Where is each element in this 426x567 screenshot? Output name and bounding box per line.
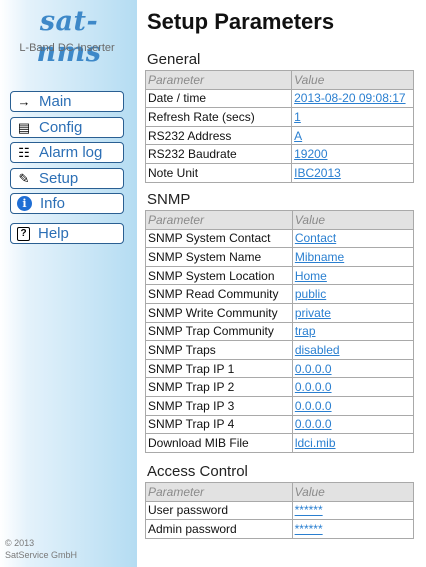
param-refresh-rate: Refresh Rate (secs) <box>144 107 293 127</box>
arrow-right-icon: → <box>17 94 31 109</box>
table-row: SNMP System Contact Contact <box>145 228 415 249</box>
table-row: Refresh Rate (secs) 1 <box>144 107 414 127</box>
value-rs232-address-link[interactable]: A <box>294 129 302 143</box>
value-snmp-system-location-link[interactable]: Home <box>295 269 327 283</box>
table-row: RS232 Baudrate 19200 <box>144 144 414 164</box>
nav-setup-label: Setup <box>39 170 79 187</box>
table-row: SNMP Trap IP 2 0.0.0.0 <box>145 377 415 397</box>
param-snmp-traps: SNMP Traps <box>145 340 293 360</box>
table-row: SNMP Traps disabled <box>145 340 415 360</box>
help-icon: ? <box>17 226 30 241</box>
value-snmp-trap-ip-3-link[interactable]: 0.0.0.0 <box>295 399 332 413</box>
nav-config-button[interactable]: ▤ Config <box>10 117 124 138</box>
param-snmp-system-contact: SNMP System Contact <box>145 228 293 249</box>
table-row: User password ****** <box>145 500 415 521</box>
param-snmp-read-community: SNMP Read Community <box>145 284 293 304</box>
section-title-snmp: SNMP <box>147 191 191 208</box>
param-snmp-trap-ip-4: SNMP Trap IP 4 <box>145 414 293 435</box>
sidebar: sat-nms L-Band DC-Inserter → Main ▤ Conf… <box>0 0 137 567</box>
table-row: SNMP Trap Community trap <box>145 321 415 342</box>
param-user-password: User password <box>145 500 293 521</box>
param-snmp-trap-community: SNMP Trap Community <box>145 321 293 342</box>
nav-config-label: Config <box>39 119 83 136</box>
nav-info-button[interactable]: i Info <box>10 193 124 214</box>
snmp-table: Parameter Value SNMP System Contact Cont… <box>145 210 415 453</box>
column-header-parameter: Parameter <box>144 70 293 90</box>
value-snmp-read-community-link[interactable]: public <box>295 287 326 301</box>
access-control-table: Parameter Value User password ****** Adm… <box>145 482 415 539</box>
table-row: SNMP Write Community private <box>145 302 415 323</box>
column-header-parameter: Parameter <box>145 210 293 230</box>
value-snmp-system-name-link[interactable]: Mibname <box>295 250 344 264</box>
table-header-row: Parameter Value <box>144 70 414 90</box>
page-title: Setup Parameters <box>147 9 335 34</box>
value-note-unit-link[interactable]: IBC2013 <box>294 166 341 180</box>
param-download-mib-file: Download MIB File <box>145 433 293 453</box>
table-row: SNMP Trap IP 4 0.0.0.0 <box>145 414 415 435</box>
table-row: SNMP Trap IP 1 0.0.0.0 <box>145 358 415 379</box>
nav-main-button[interactable]: → Main <box>10 91 124 112</box>
nav-help-label: Help <box>38 225 69 242</box>
nav-main-label: Main <box>39 93 72 110</box>
nav-help-button[interactable]: ? Help <box>10 223 124 244</box>
value-refresh-rate-link[interactable]: 1 <box>294 110 301 124</box>
value-snmp-trap-ip-2-link[interactable]: 0.0.0.0 <box>295 380 332 394</box>
table-row: Date / time 2013-08-20 09:08:17 <box>144 88 414 109</box>
param-snmp-trap-ip-1: SNMP Trap IP 1 <box>145 358 293 379</box>
download-mib-file-link[interactable]: ldci.mib <box>295 436 336 450</box>
param-snmp-trap-ip-2: SNMP Trap IP 2 <box>145 377 293 397</box>
value-user-password-link[interactable]: ****** <box>295 503 323 517</box>
param-rs232-address: RS232 Address <box>144 125 293 146</box>
value-snmp-write-community-link[interactable]: private <box>295 306 331 320</box>
param-note-unit: Note Unit <box>144 162 293 183</box>
value-snmp-system-contact-link[interactable]: Contact <box>295 231 336 245</box>
general-table: Parameter Value Date / time 2013-08-20 0… <box>144 70 414 183</box>
table-row: Download MIB File ldci.mib <box>145 433 415 453</box>
value-snmp-trap-ip-4-link[interactable]: 0.0.0.0 <box>295 417 332 431</box>
nav-alarm-log-label: Alarm log <box>39 144 103 161</box>
value-snmp-traps-link[interactable]: disabled <box>295 343 340 357</box>
column-header-value: Value <box>291 482 415 502</box>
copyright-company: SatService GmbH <box>5 550 78 560</box>
section-title-general: General <box>147 51 201 68</box>
param-snmp-trap-ip-3: SNMP Trap IP 3 <box>145 395 293 416</box>
table-row: SNMP System Name Mibname <box>145 247 415 267</box>
wrench-icon: ✎ <box>18 170 30 186</box>
value-date-time-link[interactable]: 2013-08-20 09:08:17 <box>294 91 405 105</box>
column-header-value: Value <box>291 70 414 90</box>
column-header-parameter: Parameter <box>145 482 293 502</box>
table-row: Admin password ****** <box>145 519 415 539</box>
table-row: SNMP Trap IP 3 0.0.0.0 <box>145 395 415 416</box>
param-snmp-system-location: SNMP System Location <box>145 265 293 286</box>
value-admin-password-link[interactable]: ****** <box>295 522 323 536</box>
value-snmp-trap-ip-1-link[interactable]: 0.0.0.0 <box>295 362 332 376</box>
nav-setup-button[interactable]: ✎ Setup <box>10 168 124 189</box>
config-device-icon: ▤ <box>17 119 31 135</box>
info-icon: i <box>17 196 32 211</box>
param-snmp-system-name: SNMP System Name <box>145 247 293 267</box>
column-header-value: Value <box>291 210 415 230</box>
value-snmp-trap-community-link[interactable]: trap <box>295 324 316 338</box>
value-rs232-baudrate-link[interactable]: 19200 <box>294 147 327 161</box>
app-logo: sat-nms <box>36 6 102 68</box>
table-row: SNMP Read Community public <box>145 284 415 304</box>
param-admin-password: Admin password <box>145 519 293 539</box>
nav-info-label: Info <box>40 195 66 212</box>
table-row: RS232 Address A <box>144 125 414 146</box>
table-row: SNMP System Location Home <box>145 265 415 286</box>
section-title-access-control: Access Control <box>147 463 248 480</box>
param-date-time: Date / time <box>144 88 293 109</box>
table-row: Note Unit IBC2013 <box>144 162 414 183</box>
table-header-row: Parameter Value <box>145 210 415 230</box>
nav-alarm-log-button[interactable]: ☷ Alarm log <box>10 142 124 163</box>
table-header-row: Parameter Value <box>145 482 415 502</box>
param-rs232-baudrate: RS232 Baudrate <box>144 144 293 164</box>
param-snmp-write-community: SNMP Write Community <box>145 302 293 323</box>
device-subtitle: L-Band DC-Inserter <box>19 42 115 54</box>
alarm-log-icon: ☷ <box>18 144 30 160</box>
copyright-footer: © 2013 SatService GmbH <box>5 537 77 561</box>
copyright-year: © 2013 <box>5 538 35 548</box>
